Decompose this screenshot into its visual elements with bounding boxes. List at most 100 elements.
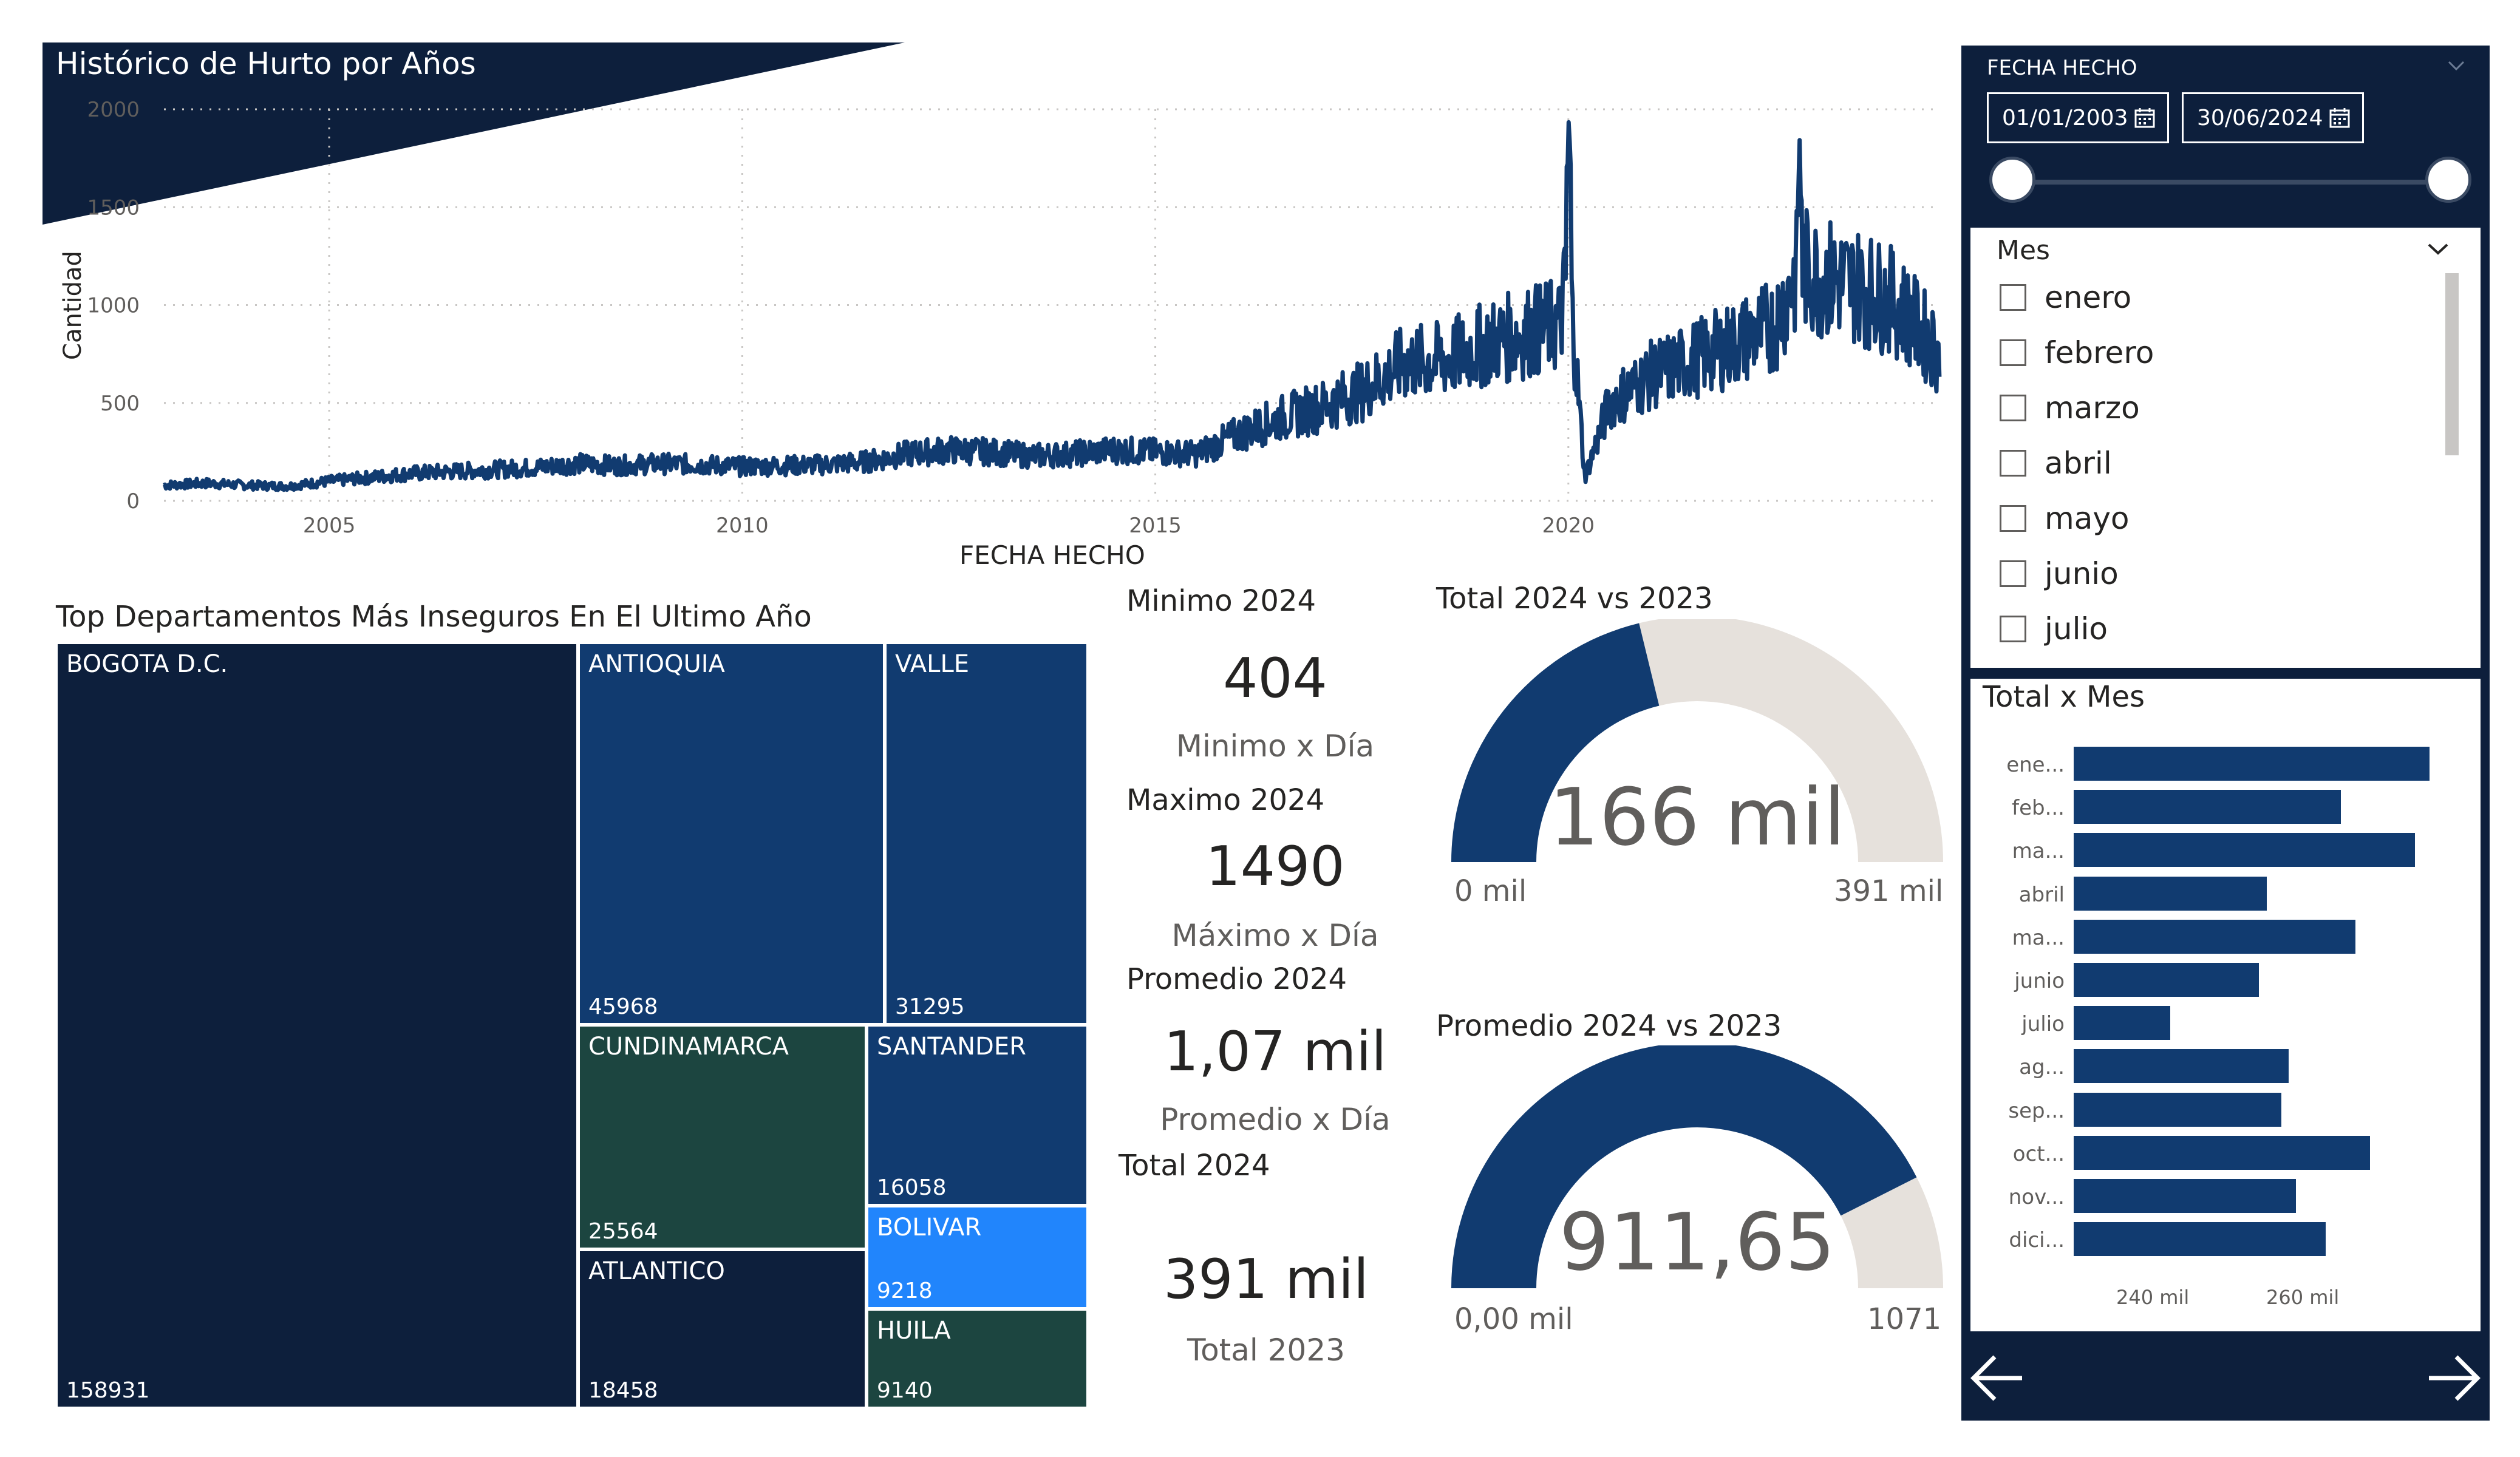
bar[interactable] — [2074, 1049, 2289, 1084]
x-tick-label: 2010 — [716, 514, 769, 538]
bar-category-label: ag... — [2019, 1055, 2065, 1080]
month-slicer-title: Mes — [1997, 235, 2050, 266]
bar[interactable] — [2074, 876, 2267, 911]
line-chart-panel: 2000 1500 1000 500 0 2005 2010 2015 2020 Históri… — [43, 42, 1949, 583]
treemap-cell-value: 9140 — [877, 1378, 933, 1403]
kpi-avg-value: 1,07 mil — [1163, 1020, 1387, 1084]
bar[interactable] — [2074, 919, 2356, 954]
bar[interactable] — [2074, 747, 2430, 781]
treemap-cell-value: 31295 — [895, 994, 965, 1019]
month-item-mayo[interactable]: mayo — [2000, 497, 2130, 540]
month-item-abril[interactable]: abril — [2000, 442, 2112, 484]
x-tick-label: 2005 — [303, 514, 356, 538]
date-slider-track[interactable] — [2015, 180, 2446, 185]
chevron-down-icon[interactable] — [2423, 234, 2453, 264]
x-tick-label: 2015 — [1129, 514, 1182, 538]
bar-x-tick: 240 mil — [2116, 1286, 2190, 1309]
calendar-icon[interactable] — [2133, 106, 2156, 129]
kpi-avg-sub: Promedio x Día — [1160, 1102, 1391, 1137]
bar[interactable] — [2074, 1179, 2297, 1213]
treemap-cell-value: 18458 — [588, 1378, 658, 1403]
bar-category-label: abril — [2018, 882, 2065, 907]
bar-category-label: junio — [2014, 969, 2065, 993]
checkbox[interactable] — [2000, 395, 2026, 421]
treemap-cell-label: CUNDINAMARCA — [588, 1033, 789, 1061]
checkbox[interactable] — [2000, 339, 2026, 366]
treemap-cell-label: BOLIVAR — [877, 1214, 982, 1241]
treemap-cell-santander[interactable]: SANTANDER 16058 — [867, 1025, 1088, 1206]
checkbox[interactable] — [2000, 450, 2026, 477]
end-date-input[interactable]: 30/06/2024 — [2182, 92, 2364, 143]
treemap-cell-label: BOGOTA D.C. — [66, 650, 228, 678]
month-item-julio[interactable]: julio — [2000, 608, 2108, 650]
gauge-total-max: 391 mil — [1834, 874, 1944, 908]
treemap-cell-bogota[interactable]: BOGOTA D.C. 158931 — [56, 642, 578, 1408]
bar-category-label: ma... — [2012, 839, 2065, 864]
treemap-cell-huila[interactable]: HUILA 9140 — [867, 1309, 1088, 1408]
checkbox[interactable] — [2000, 284, 2026, 311]
bar-category-label: dici... — [2009, 1228, 2065, 1253]
treemap-cell-value: 45968 — [588, 994, 658, 1019]
month-item-label: enero — [2045, 280, 2132, 315]
month-item-label: marzo — [2045, 390, 2140, 426]
line-chart-title: Histórico de Hurto por Años — [56, 46, 476, 81]
bar[interactable] — [2074, 1092, 2281, 1127]
y-tick-label: 2000 — [87, 98, 140, 122]
treemap: BOGOTA D.C. 158931 ANTIOQUIA 45968 VALLE… — [56, 642, 1088, 1408]
month-item-label: julio — [2045, 611, 2108, 647]
y-tick-label: 1000 — [87, 294, 140, 318]
kpi-min-label: Minimo 2024 — [1126, 584, 1316, 618]
treemap-title: Top Departamentos Más Inseguros En El Ul… — [56, 600, 812, 634]
gauge-total-min: 0 mil — [1454, 874, 1527, 908]
date-slider-start-handle[interactable] — [1989, 157, 2035, 203]
treemap-cell-bolivar[interactable]: BOLIVAR 9218 — [867, 1206, 1088, 1309]
bar-chart-area: ene... feb... ma... abril ma... junio julio ag.… — [1970, 679, 2481, 1331]
back-arrow-icon[interactable] — [1967, 1348, 2028, 1408]
treemap-cell-atlantico[interactable]: ATLANTICO 18458 — [578, 1249, 867, 1408]
kpi-total-value: 391 mil — [1163, 1248, 1369, 1311]
bar-category-label: nov... — [2008, 1185, 2065, 1209]
line-series[interactable] — [163, 120, 1942, 492]
month-slicer-scrollbar[interactable] — [2445, 273, 2459, 455]
kpi-avg-label: Promedio 2024 — [1126, 962, 1347, 996]
bar-x-tick: 260 mil — [2266, 1286, 2340, 1309]
start-date-input[interactable]: 01/01/2003 — [1987, 92, 2169, 143]
date-slicer-title: FECHA HECHO — [1987, 56, 2137, 80]
chevron-down-icon[interactable] — [2444, 53, 2468, 78]
gauge-avg-value: 911,65 — [1559, 1196, 1836, 1288]
kpi-min-value: 404 — [1223, 647, 1327, 710]
treemap-cell-value: 158931 — [66, 1378, 150, 1403]
kpi-max-sub: Máximo x Día — [1171, 918, 1379, 953]
kpi-total-sub: Total 2023 — [1187, 1333, 1345, 1368]
bar-category-label: oct... — [2012, 1141, 2065, 1166]
month-item-enero[interactable]: enero — [2000, 276, 2131, 319]
checkbox[interactable] — [2000, 560, 2026, 587]
month-item-label: junio — [2045, 556, 2119, 591]
treemap-cell-valle[interactable]: VALLE 31295 — [885, 642, 1088, 1025]
bar[interactable] — [2074, 1222, 2326, 1257]
month-slicer: Mes enero febrero marzo abril mayo junio… — [1970, 228, 2481, 668]
kpi-total-label: Total 2024 — [1119, 1149, 1270, 1183]
treemap-cell-cundinamarca[interactable]: CUNDINAMARCA 25564 — [578, 1025, 867, 1249]
bar[interactable] — [2074, 833, 2415, 868]
start-date-value: 01/01/2003 — [2002, 105, 2128, 131]
treemap-cell-antioquia[interactable]: ANTIOQUIA 45968 — [578, 642, 885, 1025]
bar[interactable] — [2074, 963, 2259, 997]
checkbox[interactable] — [2000, 505, 2026, 532]
calendar-icon[interactable] — [2328, 106, 2351, 129]
date-slider-end-handle[interactable] — [2425, 157, 2471, 203]
bar[interactable] — [2074, 1006, 2170, 1041]
treemap-cell-label: ATLANTICO — [588, 1257, 725, 1285]
bar[interactable] — [2074, 790, 2341, 824]
bar[interactable] — [2074, 1135, 2371, 1170]
month-item-label: mayo — [2045, 501, 2130, 536]
month-item-marzo[interactable]: marzo — [2000, 387, 2140, 429]
kpi-min-sub: Minimo x Día — [1176, 728, 1375, 764]
treemap-cell-label: HUILA — [877, 1317, 951, 1345]
checkbox[interactable] — [2000, 616, 2026, 642]
forward-arrow-icon[interactable] — [2423, 1348, 2484, 1408]
bar-category-label: ma... — [2012, 925, 2065, 950]
month-item-junio[interactable]: junio — [2000, 552, 2119, 595]
month-item-febrero[interactable]: febrero — [2000, 331, 2154, 374]
line-chart-svg: 2000 1500 1000 500 0 2005 2010 2015 2020 — [43, 42, 1942, 538]
